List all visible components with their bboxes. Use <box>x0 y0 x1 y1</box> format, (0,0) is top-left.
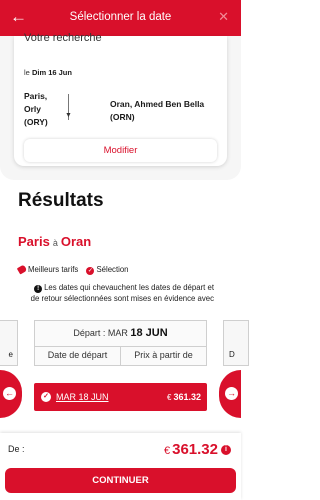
price-legend: Meilleurs tarifs ✓ Sélection <box>16 264 129 275</box>
modify-search-button[interactable]: Modifier <box>24 139 217 162</box>
overlap-info-note: ! Les dates qui chevauchent les dates de … <box>26 282 214 304</box>
search-date-value: Dim 16 Jun <box>31 68 72 77</box>
previous-dates-button[interactable]: ← <box>0 370 22 418</box>
route-heading: Paris à Oran <box>18 234 91 249</box>
total-currency: € <box>163 445 171 457</box>
continue-button[interactable]: CONTINUER <box>5 468 236 493</box>
route-arrow-icon: ▼ <box>65 112 72 119</box>
selected-check-icon: ✓ <box>41 392 51 402</box>
grid-column-headers: Date de départ Prix à partir de <box>35 346 206 365</box>
column-header-date: Date de départ <box>47 350 108 360</box>
page-title: Sélectionner la date <box>69 11 172 23</box>
close-icon[interactable]: ✕ <box>218 9 229 25</box>
bottom-summary-bar: De : €361.32 i CONTINUER <box>0 433 241 500</box>
selection-check-icon: ✓ <box>86 267 95 275</box>
column-header-price: Prix à partir de <box>120 347 206 365</box>
price-tag-icon <box>16 264 28 275</box>
legend-selection: Sélection <box>96 265 129 274</box>
search-summary-sheet: Votre recherche le Dim 16 Jun Paris, Orl… <box>0 32 241 180</box>
selected-date-row[interactable]: ✓ MAR 18 JUN €361.32 <box>34 383 207 411</box>
price-info-icon[interactable]: i <box>221 445 231 455</box>
destination-airport: Oran, Ahmed Ben Bella (ORN) <box>110 99 205 122</box>
info-icon: ! <box>34 285 43 293</box>
date-price-grid: e Départ : MAR 18 JUN Date de départ Pri… <box>0 320 249 372</box>
departure-date: 18 JUN <box>130 327 168 339</box>
selected-price-value: 361.32 <box>173 392 201 402</box>
selected-price-currency: € <box>167 393 172 402</box>
next-column-text: D <box>229 350 235 359</box>
route-to: Oran <box>60 234 92 249</box>
search-summary-heading: Votre recherche <box>24 32 102 44</box>
legend-best-price: Meilleurs tarifs <box>28 265 79 274</box>
total-price: €361.32 i <box>164 441 231 458</box>
previous-column-text: e <box>8 350 13 359</box>
selected-date[interactable]: MAR 18 JUN <box>56 392 109 402</box>
search-date-prefix: le <box>24 68 30 77</box>
next-dates-button[interactable]: → <box>219 370 241 418</box>
next-column-stub: D <box>223 320 249 366</box>
app-header: ← Sélectionner la date ✕ <box>0 0 241 36</box>
route-separator: à <box>52 238 58 248</box>
search-date: le Dim 16 Jun <box>24 68 72 77</box>
origin-airport: Paris, Orly (ORY) <box>24 91 48 127</box>
search-summary-card: Votre recherche le Dim 16 Jun Paris, Orl… <box>14 32 227 166</box>
previous-column-stub: e <box>0 320 18 366</box>
departure-header: Départ : MAR 18 JUN <box>35 327 206 339</box>
departure-column: Départ : MAR 18 JUN Date de départ Prix … <box>34 320 207 366</box>
arrow-left-icon: ← <box>3 387 16 400</box>
selected-price: €361.32 <box>167 392 201 402</box>
results-title: Résultats <box>18 190 104 211</box>
overlap-info-text: Les dates qui chevauchent les dates de d… <box>30 283 214 303</box>
from-label: De : <box>8 444 25 454</box>
arrow-right-icon: → <box>225 387 238 400</box>
departure-label: Départ : MAR <box>73 328 128 338</box>
route-from: Paris <box>18 234 50 249</box>
total-price-value: 361.32 <box>172 441 218 458</box>
